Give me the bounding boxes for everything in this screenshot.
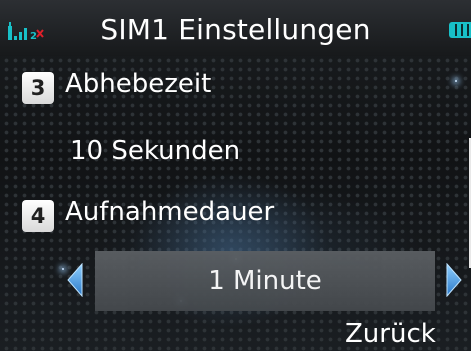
sparkle-decoration [455, 80, 457, 82]
setting-label-abhebezeit[interactable]: Abhebezeit [65, 68, 211, 100]
status-bar: 2 SIM1 Einstellungen [0, 0, 471, 56]
phone-screen: 2 SIM1 Einstellungen 3 Abhebezeit 10 Sek… [0, 0, 471, 351]
arrow-right-icon[interactable] [445, 263, 463, 297]
arrow-left-icon[interactable] [66, 263, 84, 297]
selector-value: 1 Minute [208, 266, 322, 296]
back-softkey[interactable]: Zurück [345, 318, 436, 350]
battery-icon [449, 22, 471, 38]
page-title: SIM1 Einstellungen [100, 13, 371, 46]
sparkle-decoration [62, 268, 64, 270]
setting-value-abhebezeit[interactable]: 10 Sekunden [70, 135, 240, 167]
setting-label-aufnahmedauer[interactable]: Aufnahmedauer [65, 196, 274, 228]
value-selector[interactable]: 1 Minute [95, 251, 435, 311]
item-number-badge: 3 [22, 72, 54, 104]
svg-text:2: 2 [30, 31, 37, 40]
signal-strength-icon: 2 [8, 22, 44, 40]
scrollbar[interactable] [469, 138, 471, 268]
item-number-badge: 4 [22, 200, 54, 232]
